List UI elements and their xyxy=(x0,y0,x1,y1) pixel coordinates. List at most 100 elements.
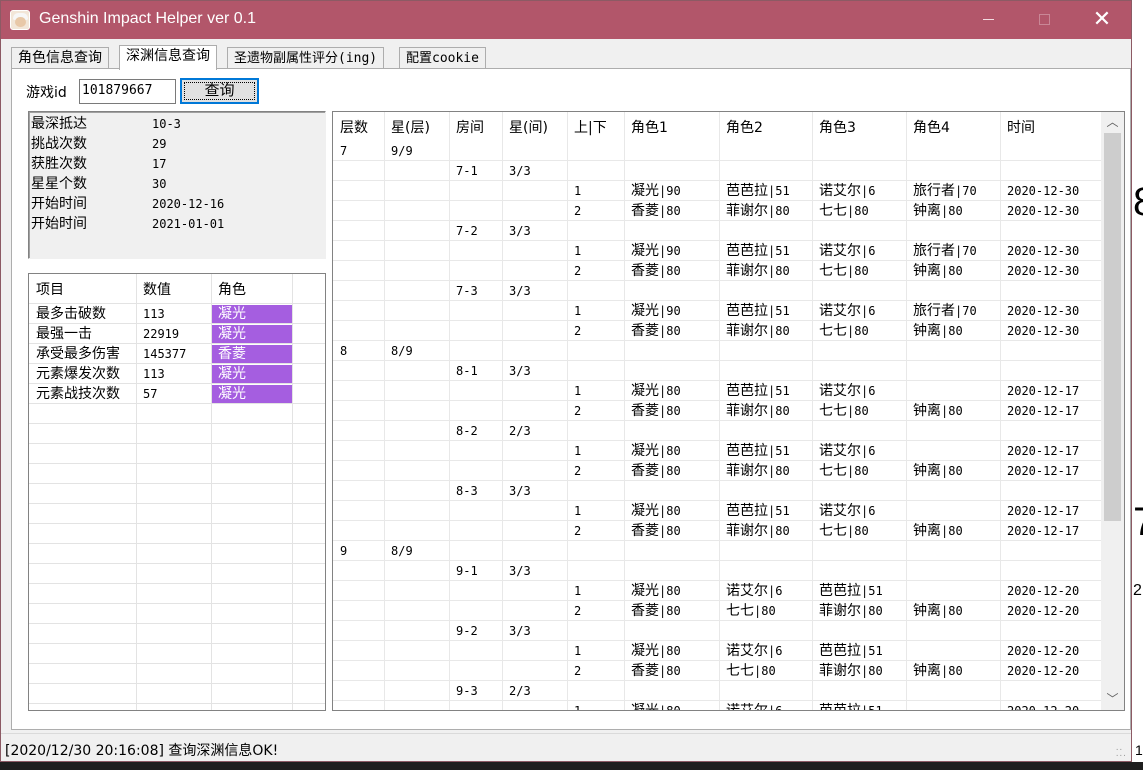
status-bar: [2020/12/30 20:16:08] 查询深渊信息OK! . .. . . xyxy=(1,733,1131,761)
cell-role1: 香菱|80 xyxy=(631,201,681,221)
scrollbar-thumb[interactable] xyxy=(1104,133,1121,521)
role-name: 七七 xyxy=(726,603,754,619)
summary-row: 最深抵达 10-3 xyxy=(31,114,325,134)
summary-row: 开始时间 2020-12-16 xyxy=(31,194,325,214)
cell-role3: 诺艾尔|6 xyxy=(819,501,875,521)
abyss-records-table[interactable]: 层数 星(层) 房间 星(间) 上|下 角色1 角色2 角色3 角色4 时间 7 9/9 7-1 3/3 1… xyxy=(332,111,1125,711)
role-level: |80 xyxy=(768,264,790,278)
role-level: |90 xyxy=(659,304,681,318)
role-name: 菲谢尔 xyxy=(726,463,768,479)
role-name: 芭芭拉 xyxy=(726,503,768,519)
summary-label: 挑战次数 xyxy=(31,136,87,152)
cell-role1: 凝光|80 xyxy=(631,641,681,661)
role-name: 香菱 xyxy=(631,263,659,279)
role-level: |6 xyxy=(861,444,876,458)
cell-floor-stars: 9/9 xyxy=(391,144,413,158)
grid-row-line xyxy=(333,700,1101,701)
role-level: |80 xyxy=(659,324,681,338)
cell-role2: 菲谢尔|80 xyxy=(726,521,790,541)
maximize-button[interactable] xyxy=(1021,1,1067,39)
cell-half: 1 xyxy=(574,384,582,398)
grid-column-line xyxy=(292,274,293,710)
cell-role4: 钟离|80 xyxy=(913,321,963,341)
grid-row-line xyxy=(29,703,325,704)
title-bar[interactable]: Genshin Impact Helper ver 0.1 ✕ xyxy=(1,1,1131,39)
cell-room: 9-3 xyxy=(456,684,478,698)
cell-role2: 七七|80 xyxy=(726,601,776,621)
role-name: 凝光 xyxy=(631,383,659,399)
role-name: 七七 xyxy=(819,263,847,279)
header-half[interactable]: 上|下 xyxy=(574,117,607,137)
cell-time: 2020-12-20 xyxy=(1007,644,1080,658)
role-level: |80 xyxy=(941,464,963,478)
header-role2[interactable]: 角色2 xyxy=(726,117,763,137)
stats-item-value: 113 xyxy=(143,307,165,321)
role-name: 七七 xyxy=(819,463,847,479)
tab-bar: 角色信息查询 深渊信息查询 圣遗物副属性评分(ing) 配置cookie xyxy=(11,45,1121,70)
query-button[interactable]: 查询 xyxy=(180,78,259,104)
header-role1[interactable]: 角色1 xyxy=(631,117,668,137)
status-message: [2020/12/30 20:16:08] 查询深渊信息OK! xyxy=(5,743,279,759)
cell-room-stars: 3/3 xyxy=(509,364,531,378)
tab-abyss-info[interactable]: 深渊信息查询 xyxy=(119,45,217,70)
grid-row-line xyxy=(29,483,325,484)
role-level: |80 xyxy=(941,604,963,618)
grid-row-line xyxy=(29,463,325,464)
battle-stats-table[interactable]: 项目 数值 角色 最多击破数 113 凝光 最强一击 22919 凝光 承受最多伤害 145377 香… xyxy=(28,273,326,711)
cell-role1: 凝光|80 xyxy=(631,441,681,461)
header-floor[interactable]: 层数 xyxy=(340,117,368,137)
header-floor-stars[interactable]: 星(层) xyxy=(391,117,430,137)
cell-role4: 旅行者|70 xyxy=(913,241,977,261)
game-id-input[interactable]: 101879667 xyxy=(79,79,176,104)
tab-cookie-config[interactable]: 配置cookie xyxy=(399,47,486,69)
grid-row-line xyxy=(29,583,325,584)
scroll-down-icon[interactable]: ﹀ xyxy=(1101,690,1124,708)
cell-room-stars: 3/3 xyxy=(509,484,531,498)
grid-row-line xyxy=(333,320,1101,321)
tab-artifact-score[interactable]: 圣遗物副属性评分(ing) xyxy=(227,47,385,69)
stats-item-name: 承受最多伤害 xyxy=(36,346,120,362)
scroll-up-icon[interactable]: ︿ xyxy=(1101,113,1124,131)
vertical-scrollbar[interactable]: ︿ ﹀ xyxy=(1101,112,1124,710)
cell-time: 2020-12-17 xyxy=(1007,464,1080,478)
role-level: |80 xyxy=(659,604,681,618)
resize-grip-icon[interactable]: . .. . . xyxy=(1116,744,1126,759)
role-name: 诺艾尔 xyxy=(819,243,861,259)
cell-role1: 香菱|80 xyxy=(631,521,681,541)
role-level: |6 xyxy=(861,244,876,258)
role-name: 凝光 xyxy=(631,503,659,519)
cell-room: 7-2 xyxy=(456,224,478,238)
cell-role3: 诺艾尔|6 xyxy=(819,241,875,261)
role-level: |80 xyxy=(768,324,790,338)
minimize-button[interactable] xyxy=(965,1,1011,39)
cell-half: 2 xyxy=(574,664,582,678)
header-room-stars[interactable]: 星(间) xyxy=(509,117,548,137)
header-role4[interactable]: 角色4 xyxy=(913,117,950,137)
grid-row-line xyxy=(29,563,325,564)
cell-floor-stars: 8/9 xyxy=(391,544,413,558)
role-level: |6 xyxy=(768,584,783,598)
role-level: |80 xyxy=(847,324,869,338)
cell-room-stars: 2/3 xyxy=(509,424,531,438)
grid-row-line xyxy=(333,200,1101,201)
cell-role1: 凝光|90 xyxy=(631,241,681,261)
header-room[interactable]: 房间 xyxy=(456,117,484,137)
grid-row-line xyxy=(29,503,325,504)
role-level: |90 xyxy=(659,184,681,198)
grid-row-line xyxy=(333,680,1101,681)
role-level: |90 xyxy=(659,244,681,258)
role-level: |51 xyxy=(861,584,883,598)
close-button[interactable]: ✕ xyxy=(1079,1,1125,39)
cell-role4: 钟离|80 xyxy=(913,401,963,421)
cell-room-stars: 3/3 xyxy=(509,284,531,298)
summary-value: 29 xyxy=(152,137,167,151)
header-role3[interactable]: 角色3 xyxy=(819,117,856,137)
role-level: |51 xyxy=(768,184,790,198)
cell-role4: 钟离|80 xyxy=(913,661,963,681)
grid-row-line xyxy=(333,440,1101,441)
cell-time: 2020-12-30 xyxy=(1007,184,1080,198)
header-time[interactable]: 时间 xyxy=(1007,117,1035,137)
tab-character-info[interactable]: 角色信息查询 xyxy=(11,47,109,69)
cell-time: 2020-12-30 xyxy=(1007,204,1080,218)
role-level: |51 xyxy=(861,704,883,711)
